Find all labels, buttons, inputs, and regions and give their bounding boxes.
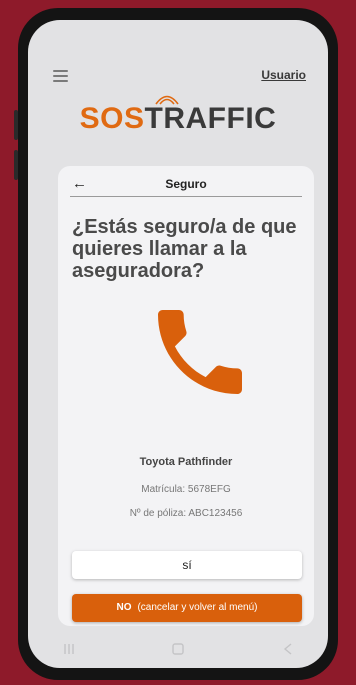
logo-traffic-text: TRAFFIC bbox=[144, 102, 277, 135]
logo-sos-text: SOS bbox=[79, 102, 145, 135]
app-logo: SOSTRAFFIC bbox=[28, 95, 328, 136]
plate-number: Matrícula: 5678EFG bbox=[141, 484, 231, 495]
cancel-button[interactable]: NO (cancelar y volver al menú) bbox=[72, 594, 302, 622]
card-header: ← Seguro bbox=[70, 174, 302, 197]
back-nav-icon[interactable] bbox=[281, 642, 295, 656]
hamburger-menu-icon[interactable] bbox=[53, 70, 68, 82]
phone-frame: Usuario SOSTRAFFIC ← Seguro ¿Estás segur… bbox=[18, 8, 338, 680]
vehicle-name: Toyota Pathfinder bbox=[139, 456, 233, 468]
cancel-button-label: (cancelar y volver al menú) bbox=[137, 602, 258, 613]
confirmation-card: ← Seguro ¿Estás seguro/a de que quieres … bbox=[58, 166, 314, 626]
user-link[interactable]: Usuario bbox=[261, 68, 306, 82]
signal-waves-icon bbox=[155, 95, 179, 105]
card-title: Seguro bbox=[165, 177, 207, 191]
recent-apps-icon[interactable] bbox=[62, 642, 76, 656]
cancel-button-label-bold: NO bbox=[116, 602, 132, 613]
android-nav-bar bbox=[28, 634, 328, 668]
phone-handset-icon bbox=[158, 310, 242, 394]
home-icon[interactable] bbox=[171, 642, 185, 656]
confirmation-question: ¿Estás seguro/a de que quieres llamar a … bbox=[72, 216, 297, 282]
phone-screen: Usuario SOSTRAFFIC ← Seguro ¿Estás segur… bbox=[28, 20, 328, 668]
policy-number: Nº de póliza: ABC123456 bbox=[129, 508, 243, 519]
confirm-call-button[interactable]: sí bbox=[72, 551, 302, 579]
